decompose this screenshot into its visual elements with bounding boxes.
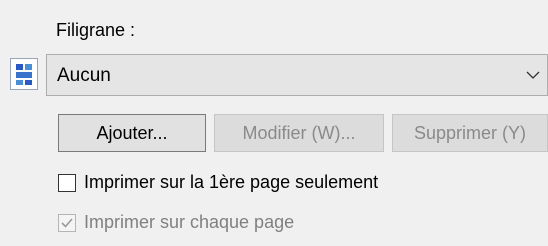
first-page-only-label: Imprimer sur la 1ère page seulement: [84, 172, 379, 192]
first-page-only-option[interactable]: Imprimer sur la 1ère page seulement: [58, 172, 378, 193]
every-page-option[interactable]: Imprimer sur chaque page: [58, 212, 294, 233]
watermark-select[interactable]: Aucun: [46, 54, 548, 96]
watermark-select-value: Aucun: [57, 65, 111, 86]
chevron-down-icon: [525, 67, 541, 83]
delete-watermark-button[interactable]: Supprimer (Y): [392, 114, 548, 152]
checkmark-icon: [61, 217, 73, 228]
first-page-only-checkbox[interactable]: [58, 173, 76, 192]
add-watermark-button[interactable]: Ajouter...: [58, 114, 206, 152]
watermark-label: Filigrane :: [56, 20, 136, 40]
document-grid-icon: [10, 58, 38, 90]
every-page-checkbox[interactable]: [58, 213, 76, 232]
modify-watermark-button[interactable]: Modifier (W)...: [214, 114, 384, 152]
every-page-label: Imprimer sur chaque page: [84, 212, 295, 232]
